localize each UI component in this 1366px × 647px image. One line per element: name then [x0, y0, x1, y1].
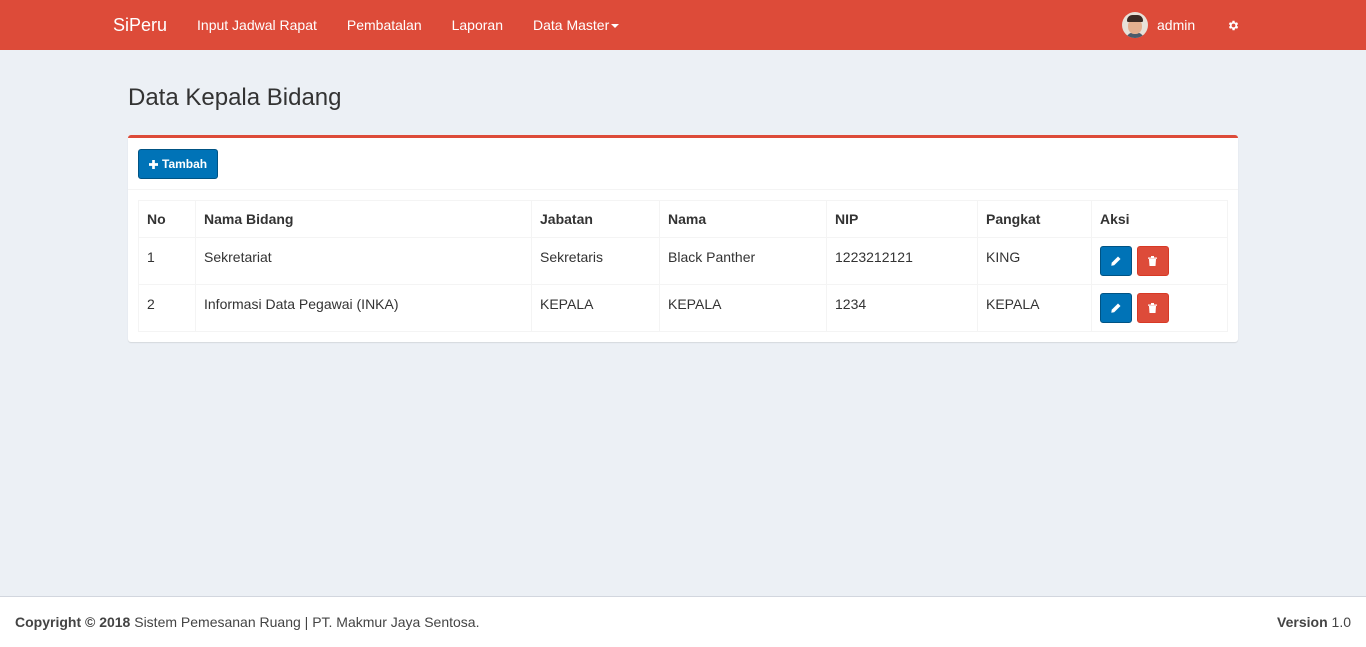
add-button-label: Tambah: [162, 157, 208, 171]
delete-button[interactable]: [1136, 246, 1169, 276]
page-title: Data Kepala Bidang: [128, 84, 342, 111]
nav-input-jadwal-rapat[interactable]: Input Jadwal Rapat: [182, 0, 332, 50]
user-name[interactable]: admin: [1157, 17, 1195, 33]
caret-down-icon: [611, 24, 620, 29]
cell-jabatan: KEPALA: [531, 284, 660, 332]
table-row: 2 Informasi Data Pegawai (INKA) KEPALA K…: [138, 284, 1228, 332]
version-label: Version: [1277, 614, 1328, 630]
nav-laporan[interactable]: Laporan: [437, 0, 518, 50]
copyright-year: Copyright © 2018: [15, 614, 131, 630]
trash-icon: [1148, 303, 1158, 313]
trash-icon: [1148, 256, 1158, 266]
version-info: Version 1.0: [1277, 614, 1351, 630]
data-table: No Nama Bidang Jabatan Nama NIP Pangkat …: [138, 200, 1228, 332]
plus-icon: [149, 157, 158, 172]
data-box: Tambah No Nama Bidang Jabatan Nama NIP P…: [128, 135, 1238, 342]
header-nama-bidang: Nama Bidang: [195, 200, 532, 238]
header-jabatan: Jabatan: [531, 200, 660, 238]
edit-button[interactable]: [1100, 246, 1132, 276]
user-avatar[interactable]: [1122, 12, 1148, 38]
header-aksi: Aksi: [1091, 200, 1228, 238]
header-nama: Nama: [659, 200, 827, 238]
cell-jabatan: Sekretaris: [531, 237, 660, 285]
cell-pangkat: KEPALA: [977, 284, 1092, 332]
nav-user-area: admin: [1122, 0, 1243, 50]
pencil-icon: [1111, 303, 1121, 313]
top-navbar: SiPeru Input Jadwal Rapat Pembatalan Lap…: [0, 0, 1366, 50]
box-body: No Nama Bidang Jabatan Nama NIP Pangkat …: [128, 190, 1238, 342]
cell-nama: KEPALA: [659, 284, 827, 332]
version-value: 1.0: [1331, 614, 1351, 630]
cell-nip: 1234: [826, 284, 978, 332]
cell-pangkat: KING: [977, 237, 1092, 285]
brand-logo[interactable]: SiPeru: [113, 15, 167, 36]
page-footer: Copyright © 2018 Sistem Pemesanan Ruang …: [0, 596, 1366, 647]
cell-no: 1: [138, 237, 196, 285]
header-no: No: [138, 200, 196, 238]
delete-button[interactable]: [1136, 293, 1169, 323]
header-pangkat: Pangkat: [977, 200, 1092, 238]
table-row: 1 Sekretariat Sekretaris Black Panther 1…: [138, 237, 1228, 285]
edit-button[interactable]: [1100, 293, 1132, 323]
box-header: Tambah: [128, 138, 1238, 190]
cell-nama-bidang: Sekretariat: [195, 237, 532, 285]
nav-pembatalan[interactable]: Pembatalan: [332, 0, 437, 50]
cell-nama: Black Panther: [659, 237, 827, 285]
nav-data-master-label: Data Master: [533, 17, 610, 33]
nav-data-master[interactable]: Data Master: [518, 0, 634, 50]
cell-no: 2: [138, 284, 196, 332]
add-button[interactable]: Tambah: [138, 149, 219, 179]
cell-aksi: [1091, 237, 1228, 285]
pencil-icon: [1111, 256, 1121, 266]
header-nip: NIP: [826, 200, 978, 238]
cell-aksi: [1091, 284, 1228, 332]
cell-nama-bidang: Informasi Data Pegawai (INKA): [195, 284, 532, 332]
copyright: Copyright © 2018 Sistem Pemesanan Ruang …: [15, 614, 479, 630]
gear-icon[interactable]: [1223, 15, 1243, 35]
nav-menu: SiPeru Input Jadwal Rapat Pembatalan Lap…: [113, 0, 634, 50]
copyright-text: Sistem Pemesanan Ruang | PT. Makmur Jaya…: [134, 614, 480, 630]
table-header-row: No Nama Bidang Jabatan Nama NIP Pangkat …: [138, 200, 1228, 238]
cell-nip: 1223212121: [826, 237, 978, 285]
